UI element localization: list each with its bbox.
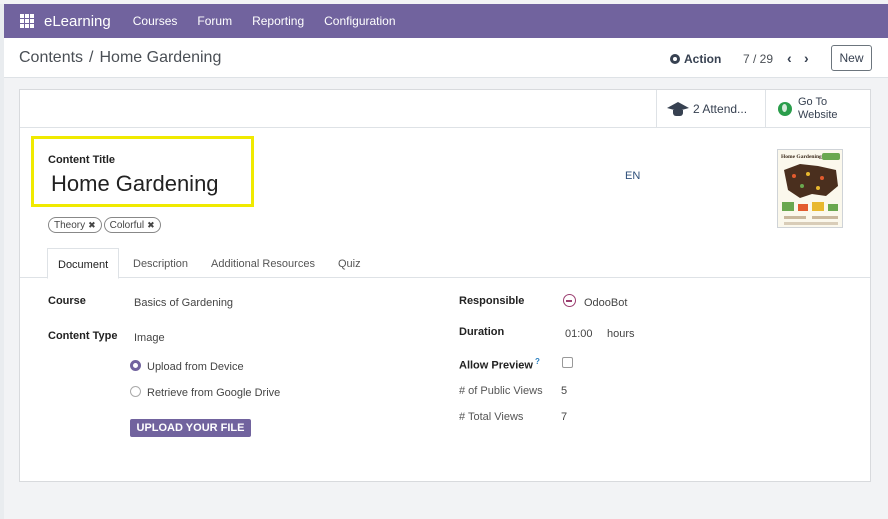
content-title-input[interactable]: Home Gardening <box>51 171 219 197</box>
responsible-field[interactable]: OdooBot <box>584 297 627 309</box>
tag-colorful[interactable]: Colorful ✖ <box>103 217 161 233</box>
upload-file-button[interactable]: UPLOAD YOUR FILE <box>130 419 251 437</box>
action-label: Action <box>684 52 722 66</box>
home-gardening-infographic: Home Gardening <box>778 150 842 227</box>
breadcrumb-parent[interactable]: Contents <box>19 49 83 66</box>
radio-google-drive[interactable] <box>130 386 141 397</box>
apps-grid-icon[interactable] <box>20 14 34 28</box>
breadcrumb-separator: / <box>89 49 94 66</box>
notebook-tabs: Document Description Additional Resource… <box>20 248 870 279</box>
public-views-label: # of Public Views <box>459 385 543 397</box>
radio-upload-label[interactable]: Upload from Device <box>147 361 244 373</box>
attendees-label: 2 Attend... <box>693 101 748 116</box>
content-title-label: Content Title <box>48 154 116 166</box>
remove-tag-icon[interactable]: ✖ <box>147 220 155 231</box>
breadcrumb-current: Home Gardening <box>99 49 222 66</box>
menu-configuration[interactable]: Configuration <box>314 14 405 28</box>
tag-theory[interactable]: Theory ✖ <box>48 217 102 233</box>
responsible-label: Responsible <box>459 295 525 307</box>
menu-forum[interactable]: Forum <box>187 14 242 28</box>
content-type-field[interactable]: Image <box>134 332 165 344</box>
app-brand[interactable]: eLearning <box>44 13 111 30</box>
content-type-label: Content Type <box>48 330 118 342</box>
website-label-line2: Website <box>798 108 838 121</box>
action-button[interactable]: Action <box>670 52 721 66</box>
thumbnail-title: Home Gardening <box>781 154 822 160</box>
odoobot-avatar-icon <box>563 294 576 307</box>
content-thumbnail[interactable]: Home Gardening <box>777 149 843 228</box>
remove-tag-icon[interactable]: ✖ <box>88 220 96 231</box>
attendees-button[interactable]: 2 Attend... <box>656 90 765 127</box>
globe-icon <box>778 101 792 116</box>
new-button[interactable]: New <box>831 45 872 71</box>
duration-field[interactable]: 01:00 <box>565 328 593 340</box>
tags-field[interactable]: Theory ✖ Colorful ✖ <box>48 217 163 233</box>
duration-unit: hours <box>607 328 635 340</box>
graduation-cap-icon <box>667 101 689 116</box>
help-icon[interactable]: ? <box>535 357 540 366</box>
course-field[interactable]: Basics of Gardening <box>134 297 233 309</box>
left-edge <box>0 4 4 519</box>
pager-value[interactable]: 7 / 29 <box>743 52 773 66</box>
allow-preview-checkbox[interactable] <box>562 357 573 368</box>
menu-courses[interactable]: Courses <box>123 14 188 28</box>
gear-icon <box>670 54 680 64</box>
menu-reporting[interactable]: Reporting <box>242 14 314 28</box>
course-label: Course <box>48 295 86 307</box>
radio-upload-from-device[interactable] <box>130 360 141 371</box>
control-panel: Contents / Home Gardening Action 7 / 29 ‹ … <box>4 38 888 78</box>
total-views-value: 7 <box>561 411 568 423</box>
tag-label: Colorful <box>109 219 145 231</box>
tab-document[interactable]: Document <box>47 248 120 279</box>
breadcrumb: Contents / Home Gardening <box>19 49 221 67</box>
tag-label: Theory <box>54 219 86 231</box>
website-label-line1: Go To <box>798 95 828 108</box>
go-to-website-button[interactable]: Go To Website <box>765 90 870 127</box>
total-views-label: # Total Views <box>459 411 524 423</box>
language-toggle[interactable]: EN <box>625 170 640 182</box>
tab-additional-resources[interactable]: Additional Resources <box>211 258 315 270</box>
tab-description[interactable]: Description <box>133 258 188 270</box>
radio-drive-label[interactable]: Retrieve from Google Drive <box>147 387 280 399</box>
form-sheet: 2 Attend... Go To Website Content Title … <box>19 89 871 482</box>
tab-quiz[interactable]: Quiz <box>338 258 361 270</box>
allow-preview-text: Allow Preview <box>459 359 533 372</box>
pager-prev-icon[interactable]: ‹ <box>787 50 792 66</box>
pager-next-icon[interactable]: › <box>804 50 809 66</box>
allow-preview-label: Allow Preview? <box>459 357 540 372</box>
public-views-value: 5 <box>561 385 568 397</box>
top-navbar: eLearning Courses Forum Reporting Config… <box>4 4 888 38</box>
smart-button-box: 2 Attend... Go To Website <box>20 90 870 128</box>
duration-label: Duration <box>459 326 505 338</box>
